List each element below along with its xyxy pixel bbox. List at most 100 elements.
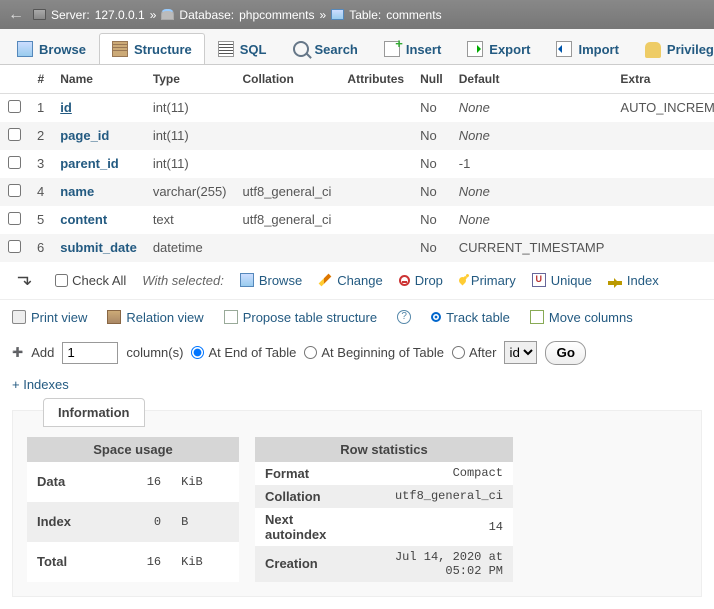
action-browse[interactable]: Browse bbox=[240, 273, 302, 288]
add-columns-row: ➕ Add column(s) At End of Table At Begin… bbox=[0, 335, 714, 375]
indexes-toggle[interactable]: + Indexes bbox=[12, 377, 69, 392]
tb-link[interactable]: comments bbox=[386, 8, 441, 22]
bulk-action-bar: ↳ Check All With selected: Browse Change… bbox=[0, 262, 714, 300]
sql-icon bbox=[218, 41, 234, 57]
cell-num: 4 bbox=[29, 178, 52, 206]
stat-val: 16 bbox=[115, 462, 171, 502]
cell-default: None bbox=[451, 93, 613, 122]
breadcrumb: ← Server: 127.0.0.1 » Database: phpcomme… bbox=[0, 0, 714, 29]
pos-after[interactable]: After bbox=[452, 345, 496, 360]
stat-val: Jul 14, 2020 at 05:02 PM bbox=[352, 546, 513, 582]
add-count-input[interactable] bbox=[62, 342, 118, 364]
column-name-link[interactable]: parent_id bbox=[60, 156, 119, 171]
index-icon bbox=[608, 281, 622, 285]
cell-default: None bbox=[451, 122, 613, 150]
space-usage-table: Space usage Data16KiBIndex0BTotal16KiB bbox=[27, 437, 239, 582]
track-icon bbox=[431, 312, 441, 322]
cell-extra: AUTO_INCREMENT bbox=[612, 93, 714, 122]
information-tab: Information bbox=[43, 398, 145, 427]
row-checkbox[interactable] bbox=[8, 100, 21, 113]
server-link[interactable]: 127.0.0.1 bbox=[95, 8, 145, 22]
stat-label: Data bbox=[27, 462, 115, 502]
column-name-link[interactable]: page_id bbox=[60, 128, 109, 143]
cell-type: datetime bbox=[145, 234, 235, 262]
tab-browse[interactable]: Browse bbox=[4, 33, 99, 64]
propose-icon bbox=[224, 310, 238, 324]
cell-num: 6 bbox=[29, 234, 52, 262]
check-all[interactable]: Check All bbox=[55, 273, 126, 288]
row-checkbox[interactable] bbox=[8, 128, 21, 141]
action-primary[interactable]: Primary bbox=[459, 273, 516, 288]
column-name-link[interactable]: content bbox=[60, 212, 107, 227]
cell-collation bbox=[235, 234, 340, 262]
relation-view[interactable]: Relation view bbox=[107, 310, 203, 325]
action-drop[interactable]: Drop bbox=[399, 273, 443, 288]
cell-extra bbox=[612, 178, 714, 206]
tab-export[interactable]: Export bbox=[454, 33, 543, 64]
row-checkbox[interactable] bbox=[8, 156, 21, 169]
tab-insert[interactable]: Insert bbox=[371, 33, 454, 64]
back-icon[interactable]: ← bbox=[8, 6, 24, 24]
cell-null: No bbox=[412, 150, 451, 178]
table-row: 2page_idint(11)NoNone bbox=[0, 122, 714, 150]
tab-import[interactable]: Import bbox=[543, 33, 631, 64]
export-icon bbox=[467, 41, 483, 57]
stat-label: Next autoindex bbox=[255, 508, 352, 546]
table-row: 1idint(11)NoNoneAUTO_INCREMENT bbox=[0, 93, 714, 122]
server-icon bbox=[33, 9, 46, 20]
cell-attr bbox=[339, 206, 412, 234]
row-checkbox[interactable] bbox=[8, 212, 21, 225]
cell-num: 1 bbox=[29, 93, 52, 122]
row-checkbox[interactable] bbox=[8, 184, 21, 197]
action-change[interactable]: Change bbox=[318, 273, 383, 288]
cell-attr bbox=[339, 150, 412, 178]
tab-privileges[interactable]: Privilege bbox=[632, 33, 714, 64]
action-index[interactable]: Index bbox=[608, 273, 659, 288]
search-icon bbox=[293, 41, 309, 57]
information-panel: Information Space usage Data16KiBIndex0B… bbox=[12, 410, 702, 597]
propose-structure[interactable]: Propose table structure bbox=[224, 310, 377, 325]
check-all-box[interactable] bbox=[55, 274, 68, 287]
col-attributes: Attributes bbox=[339, 65, 412, 93]
cell-null: No bbox=[412, 206, 451, 234]
pos-end[interactable]: At End of Table bbox=[191, 345, 296, 360]
cell-attr bbox=[339, 122, 412, 150]
go-button[interactable]: Go bbox=[545, 341, 586, 365]
cell-collation: utf8_general_ci bbox=[235, 178, 340, 206]
column-name-link[interactable]: submit_date bbox=[60, 240, 137, 255]
pos-beginning[interactable]: At Beginning of Table bbox=[304, 345, 444, 360]
pos-end-radio[interactable] bbox=[191, 346, 204, 359]
help-icon[interactable]: ? bbox=[397, 310, 411, 324]
cell-attr bbox=[339, 93, 412, 122]
tab-search[interactable]: Search bbox=[280, 33, 371, 64]
stat-label: Creation bbox=[255, 546, 352, 582]
tab-sql[interactable]: SQL bbox=[205, 33, 280, 64]
action-unique[interactable]: UUnique bbox=[532, 273, 592, 288]
cell-extra bbox=[612, 206, 714, 234]
print-view[interactable]: Print view bbox=[12, 310, 87, 325]
tab-structure[interactable]: Structure bbox=[99, 33, 205, 64]
after-column-select[interactable]: id bbox=[504, 341, 537, 364]
move-icon bbox=[530, 310, 544, 324]
relation-icon bbox=[107, 310, 121, 324]
cell-extra bbox=[612, 122, 714, 150]
row-checkbox[interactable] bbox=[8, 240, 21, 253]
add-icon: ➕ bbox=[12, 347, 23, 358]
move-columns[interactable]: Move columns bbox=[530, 310, 633, 325]
track-table[interactable]: Track table bbox=[431, 310, 510, 325]
col-name: Name bbox=[52, 65, 145, 93]
pos-beg-radio[interactable] bbox=[304, 346, 317, 359]
import-icon bbox=[556, 41, 572, 57]
stat-label: Total bbox=[27, 542, 115, 582]
pos-after-radio[interactable] bbox=[452, 346, 465, 359]
col-num: # bbox=[29, 65, 52, 93]
cell-null: No bbox=[412, 178, 451, 206]
col-collation: Collation bbox=[235, 65, 340, 93]
column-name-link[interactable]: name bbox=[60, 184, 94, 199]
db-link[interactable]: phpcomments bbox=[239, 8, 314, 22]
cell-collation: utf8_general_ci bbox=[235, 206, 340, 234]
col-extra: Extra bbox=[612, 65, 714, 93]
cell-collation bbox=[235, 122, 340, 150]
column-name-link[interactable]: id bbox=[60, 100, 72, 115]
col-default: Default bbox=[451, 65, 613, 93]
